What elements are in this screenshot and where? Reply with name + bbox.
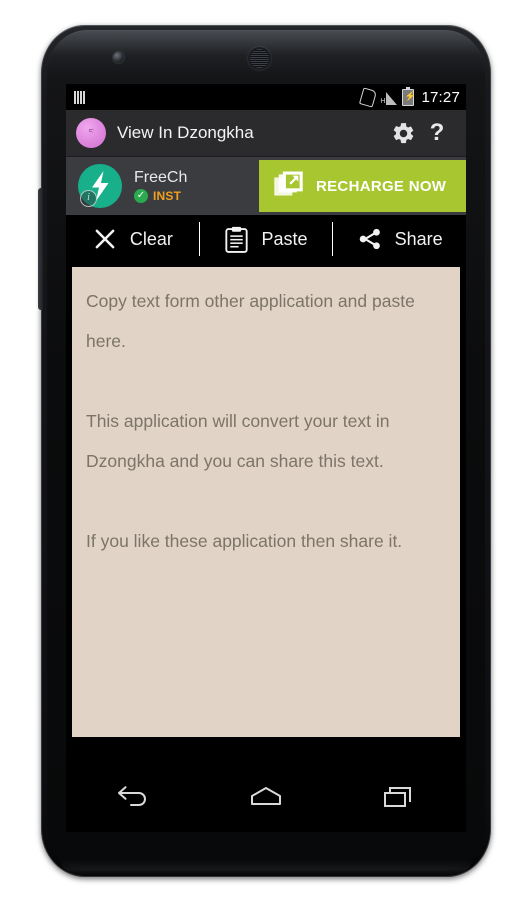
status-icons-group: H ⚡ 17:27 bbox=[359, 86, 460, 108]
sim-card-icon bbox=[359, 86, 378, 108]
ad-text-block: FreeCh ✓ INST bbox=[134, 169, 187, 203]
screenshot-stage: H ⚡ 17:27 ང་ View In Dzongkha ? i FreeCh… bbox=[0, 0, 532, 900]
paragraph-gap-1 bbox=[86, 361, 446, 401]
action-bar: ང་ View In Dzongkha ? bbox=[66, 110, 466, 157]
signal-triangle-icon bbox=[386, 91, 398, 105]
ad-banner[interactable]: i FreeCh ✓ INST RECHARGE NOW bbox=[66, 157, 466, 215]
placeholder-paragraph-3: If you like these application then share… bbox=[86, 531, 403, 551]
external-link-icon bbox=[274, 171, 303, 196]
paste-button[interactable]: Paste bbox=[200, 215, 333, 263]
volume-rocker[interactable] bbox=[38, 188, 43, 310]
page-title: View In Dzongkha bbox=[117, 123, 254, 142]
text-input-area[interactable]: Copy text form other application and pas… bbox=[72, 267, 460, 737]
recents-button[interactable] bbox=[363, 773, 435, 821]
help-question-icon: ? bbox=[429, 119, 445, 146]
share-label: Share bbox=[394, 228, 443, 249]
ad-app-name: FreeCh bbox=[134, 169, 188, 186]
phone-bottom-sheen bbox=[60, 860, 472, 876]
clear-label: Clear bbox=[129, 228, 173, 249]
paste-label: Paste bbox=[261, 228, 308, 249]
earpiece-speaker-icon bbox=[248, 47, 271, 70]
back-button[interactable] bbox=[97, 773, 169, 821]
back-arrow-icon bbox=[117, 786, 146, 806]
status-bar: H ⚡ 17:27 bbox=[66, 84, 466, 110]
battery-bolt-glyph: ⚡ bbox=[404, 90, 416, 101]
placeholder-paragraph-2: This application will convert your text … bbox=[86, 411, 390, 471]
action-toolbar: Clear Paste Share bbox=[66, 215, 466, 263]
app-logo-glyph: ང་ bbox=[88, 128, 94, 135]
placeholder-paragraph-1: Copy text form other application and pas… bbox=[86, 291, 415, 351]
verified-check-icon: ✓ bbox=[134, 189, 148, 203]
ad-subtitle-row: ✓ INST bbox=[134, 189, 187, 203]
network-type-label: H bbox=[380, 97, 386, 105]
status-clock: 17:27 bbox=[421, 88, 460, 106]
home-button[interactable] bbox=[230, 773, 302, 821]
network-signal-icon: H bbox=[380, 90, 398, 105]
freecharge-logo-icon: i bbox=[78, 164, 122, 208]
system-navigation-bar bbox=[66, 762, 466, 832]
share-button[interactable]: Share bbox=[333, 215, 466, 263]
front-camera-icon bbox=[113, 52, 124, 63]
recharge-now-label: RECHARGE NOW bbox=[316, 177, 447, 195]
share-nodes-icon bbox=[359, 228, 380, 250]
paragraph-gap-2 bbox=[86, 481, 446, 521]
app-logo-icon: ང་ bbox=[76, 118, 106, 148]
home-icon bbox=[250, 787, 281, 805]
battery-charging-icon: ⚡ bbox=[402, 86, 416, 106]
close-x-icon bbox=[95, 229, 115, 249]
ad-info-icon[interactable]: i bbox=[80, 190, 97, 207]
gear-icon bbox=[393, 122, 413, 143]
recent-apps-icon bbox=[384, 787, 412, 807]
clipboard-paste-icon bbox=[225, 226, 249, 253]
recharge-now-button[interactable]: RECHARGE NOW bbox=[259, 160, 466, 212]
signal-bars-icon bbox=[74, 90, 85, 104]
clear-button[interactable]: Clear bbox=[66, 215, 199, 263]
phone-screen: H ⚡ 17:27 ང་ View In Dzongkha ? i FreeCh… bbox=[66, 84, 466, 832]
ad-installs-label: INST bbox=[153, 189, 182, 203]
settings-button[interactable] bbox=[386, 116, 420, 150]
help-button[interactable]: ? bbox=[420, 116, 454, 150]
